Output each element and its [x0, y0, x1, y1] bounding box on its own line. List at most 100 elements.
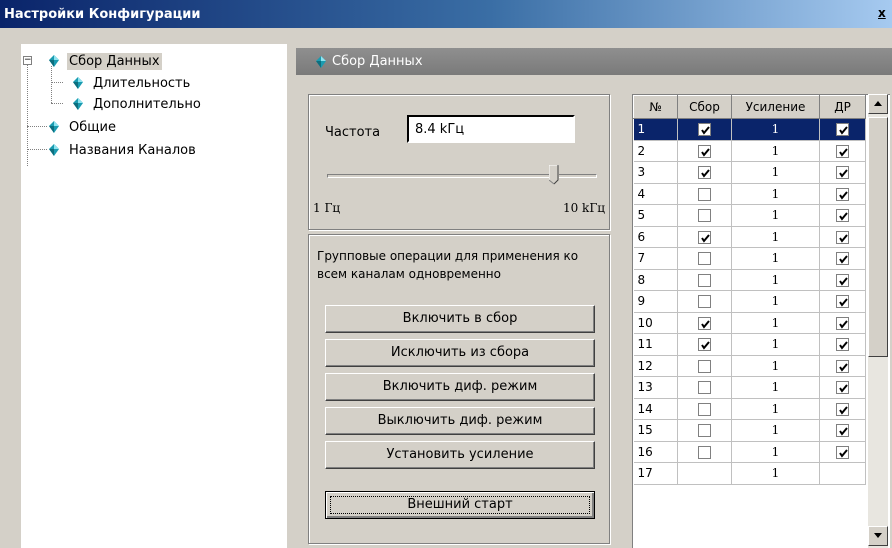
gain-cell[interactable]: 1 — [731, 312, 820, 334]
scroll-thumb[interactable] — [868, 117, 888, 357]
collect-checkbox[interactable] — [698, 209, 711, 223]
table-row[interactable]: 12 1 — [633, 355, 866, 377]
diff-mode-checkbox[interactable] — [836, 187, 849, 201]
diff-mode-checkbox[interactable] — [836, 252, 849, 266]
table-row[interactable]: 81 — [633, 269, 866, 291]
diff-mode-checkbox[interactable] — [836, 316, 849, 330]
collect-checkbox[interactable] — [698, 338, 711, 352]
diff-mode-checkbox[interactable] — [836, 230, 849, 244]
gain-cell[interactable]: 1 — [731, 398, 820, 420]
frequency-input[interactable] — [407, 115, 575, 143]
gain-cell[interactable]: 1 — [731, 204, 820, 227]
table-row[interactable]: 51 — [633, 204, 866, 227]
table-row[interactable]: 13 1 — [633, 376, 866, 399]
diff-mode-cell — [819, 204, 866, 227]
tree-item-duration[interactable]: Длительность — [73, 72, 192, 94]
table-row[interactable]: 31 — [633, 161, 866, 184]
gain-cell[interactable]: 1 — [731, 183, 820, 205]
slider-max-label: 10 kГц — [562, 201, 605, 215]
enable-collection-button[interactable]: Включить в сбор — [325, 305, 595, 333]
diff-mode-checkbox[interactable] — [836, 402, 849, 416]
column-header-number[interactable]: № — [633, 95, 678, 119]
collect-checkbox[interactable] — [698, 316, 711, 330]
column-header-diff[interactable]: ДР — [819, 95, 866, 119]
collect-cell — [677, 118, 732, 141]
gain-cell[interactable]: 1 — [731, 269, 820, 291]
diff-mode-checkbox[interactable] — [836, 338, 849, 352]
tree-item-channel-names[interactable]: Названия Каналов — [49, 139, 198, 161]
set-gain-button[interactable]: Установить усиление — [325, 441, 595, 469]
collect-checkbox[interactable] — [698, 273, 711, 287]
tree-item-data-collection[interactable]: Сбор Данных — [49, 50, 162, 72]
gem-icon — [49, 121, 59, 133]
exclude-collection-button[interactable]: Исключить из сбора — [325, 339, 595, 367]
tree-line — [51, 103, 63, 104]
channel-number-cell: 8 — [633, 269, 678, 291]
collect-checkbox[interactable] — [698, 144, 711, 158]
grid-vertical-scrollbar[interactable] — [868, 94, 888, 548]
gain-cell[interactable]: 1 — [731, 462, 820, 485]
disable-diff-mode-button[interactable]: Выключить диф. режим — [325, 407, 595, 435]
diff-mode-checkbox[interactable] — [836, 166, 849, 180]
gain-cell[interactable]: 1 — [731, 333, 820, 356]
gain-cell[interactable]: 1 — [731, 355, 820, 377]
close-button[interactable]: x — [878, 6, 892, 22]
table-row[interactable]: 14 1 — [633, 398, 866, 420]
collect-checkbox[interactable] — [698, 402, 711, 416]
diff-mode-cell — [819, 441, 866, 463]
table-row[interactable]: 16 1 — [633, 441, 866, 463]
diff-mode-checkbox[interactable] — [836, 381, 849, 395]
collect-checkbox[interactable] — [698, 187, 711, 201]
table-row[interactable]: 71 — [633, 247, 866, 270]
gem-icon — [73, 77, 83, 89]
diff-mode-checkbox[interactable] — [836, 445, 849, 459]
collect-checkbox[interactable] — [698, 359, 711, 373]
gain-cell[interactable]: 1 — [731, 376, 820, 399]
gain-cell[interactable]: 1 — [731, 247, 820, 270]
table-row[interactable]: 61 — [633, 226, 866, 248]
collect-checkbox[interactable] — [698, 381, 711, 395]
table-row[interactable]: 10 1 — [633, 312, 866, 334]
table-row[interactable]: 21 — [633, 140, 866, 162]
diff-mode-checkbox[interactable] — [836, 359, 849, 373]
slider-min-label: 1 Гц — [313, 201, 341, 215]
table-row[interactable]: 91 — [633, 290, 866, 313]
column-header-gain[interactable]: Усиление — [731, 95, 820, 119]
gain-cell[interactable]: 1 — [731, 226, 820, 248]
table-row[interactable]: 41 — [633, 183, 866, 205]
tree-item-additional[interactable]: Дополнительно — [73, 93, 203, 115]
gain-cell[interactable]: 1 — [731, 140, 820, 162]
diff-mode-checkbox[interactable] — [836, 144, 849, 158]
group-ops-description: Групповые операции для применения ко все… — [317, 249, 579, 281]
tree-collapse-toggle[interactable]: − — [23, 56, 32, 65]
collect-checkbox[interactable] — [698, 166, 711, 180]
collect-checkbox[interactable] — [698, 424, 711, 438]
diff-mode-checkbox[interactable] — [836, 273, 849, 287]
collect-checkbox[interactable] — [698, 445, 711, 459]
collect-checkbox[interactable] — [698, 230, 711, 244]
gain-cell[interactable]: 1 — [731, 441, 820, 463]
collect-checkbox[interactable] — [698, 295, 711, 309]
column-header-collect[interactable]: Сбор — [677, 95, 732, 119]
gain-cell[interactable]: 1 — [731, 118, 820, 141]
table-row[interactable]: 15 1 — [633, 419, 866, 442]
gain-cell[interactable]: 1 — [731, 419, 820, 442]
enable-diff-mode-button[interactable]: Включить диф. режим — [325, 373, 595, 401]
diff-mode-checkbox[interactable] — [836, 295, 849, 309]
table-row[interactable]: 11 1 — [633, 333, 866, 356]
external-start-button[interactable]: Внешний старт — [325, 491, 595, 519]
channel-number-cell: 17 — [633, 462, 678, 485]
table-row[interactable]: 17 1 — [633, 462, 866, 485]
gain-cell[interactable]: 1 — [731, 290, 820, 313]
scroll-down-button[interactable] — [868, 526, 888, 546]
diff-mode-checkbox[interactable] — [836, 209, 849, 223]
scroll-up-button[interactable] — [868, 94, 888, 114]
collect-checkbox[interactable] — [698, 123, 711, 137]
diff-mode-checkbox[interactable] — [836, 424, 849, 438]
collect-checkbox[interactable] — [698, 252, 711, 266]
table-row[interactable]: 11 — [633, 118, 866, 141]
gain-cell[interactable]: 1 — [731, 161, 820, 184]
frequency-slider-thumb[interactable] — [548, 164, 559, 185]
diff-mode-checkbox[interactable] — [836, 123, 849, 137]
tree-item-general[interactable]: Общие — [49, 116, 118, 138]
